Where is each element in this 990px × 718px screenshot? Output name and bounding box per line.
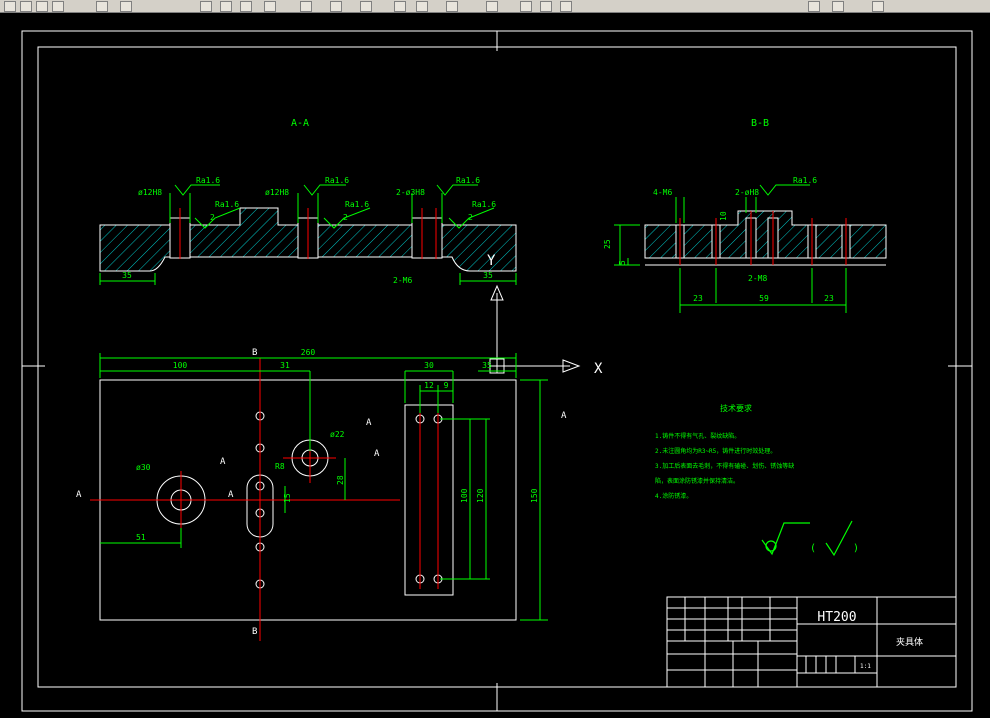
notes-title: 技术要求 (720, 403, 752, 413)
layer-state-icon[interactable] (486, 1, 498, 12)
plan-d22: ø22 (330, 430, 345, 439)
notes-line-5: 4.涂防锈漆。 (655, 492, 692, 500)
plan-r8: R8 (275, 462, 285, 471)
roughness-symbol-icon (761, 520, 853, 557)
aa-ra-6: Ra1.6 (472, 200, 496, 209)
save-icon[interactable] (36, 1, 48, 12)
new-file-icon[interactable] (4, 1, 16, 12)
roughness-paren-close: ) (853, 543, 859, 554)
aa-depth-3: 2 (468, 213, 473, 222)
ucs-x-label: X (594, 361, 603, 377)
color-control-icon[interactable] (872, 1, 884, 12)
plan-dim-28: 28 (336, 475, 345, 485)
cad-toolbar (0, 0, 990, 13)
plan-d30: ø30 (136, 463, 151, 472)
redo-icon[interactable] (120, 1, 132, 12)
plan-dim-100: 100 (173, 361, 188, 370)
open-file-icon[interactable] (20, 1, 32, 12)
aa-hole2-label: ø12H8 (265, 188, 289, 197)
plan-a-left: A (76, 490, 82, 500)
bb-dim-5: 5 (618, 260, 627, 265)
sun-icon[interactable] (540, 1, 552, 12)
undo-icon[interactable] (96, 1, 108, 12)
print-icon[interactable] (52, 1, 64, 12)
layer-previous-icon[interactable] (832, 1, 844, 12)
aa-ra-5: Ra1.6 (456, 176, 480, 185)
zoom-window-icon[interactable] (240, 1, 252, 12)
section-bb-view (644, 210, 887, 266)
table-icon[interactable] (394, 1, 406, 12)
bb-dim-23b: 23 (824, 294, 834, 303)
zoom-previous-icon[interactable] (264, 1, 276, 12)
drawing-canvas[interactable]: A-A ø12H8 ø12H8 2-ø3H8 Ra1.6 Ra1.6 Ra1.6… (0, 13, 990, 714)
aa-hole3-label: 2-ø3H8 (396, 188, 425, 197)
plan-a-mid2: A (228, 490, 234, 500)
plan-dim-12: 12 (424, 381, 434, 390)
plan-dimensions (99, 353, 548, 621)
help-icon[interactable] (446, 1, 458, 12)
zoom-out-icon[interactable] (220, 1, 232, 12)
notes-line-3: 3.加工后表面去毛刺，不得有磕碰、划伤、锈蚀等缺 (655, 462, 794, 470)
aa-thread-label: 2-M6 (393, 276, 412, 285)
aa-dim-right: 35 (483, 271, 493, 280)
plan-dim-35: 35 (482, 361, 492, 370)
plan-a-right: A (561, 411, 567, 421)
plan-dim-15: 15 (283, 493, 292, 503)
aa-depth-1: 2 (210, 213, 215, 222)
bb-dim-25: 25 (603, 239, 612, 249)
plan-dim-260: 260 (301, 348, 316, 357)
plan-b-top: B (252, 348, 257, 358)
plan-dim-31: 31 (280, 361, 290, 370)
ucs-icon (489, 284, 581, 374)
aa-ra-4: Ra1.6 (345, 200, 369, 209)
calculator-icon[interactable] (416, 1, 428, 12)
plan-dim-51: 51 (136, 533, 146, 542)
zoom-in-icon[interactable] (200, 1, 212, 12)
title-part-name: 夹具体 (896, 636, 923, 648)
plan-dim-30: 30 (424, 361, 434, 370)
aa-ra-1: Ra1.6 (196, 176, 220, 185)
plan-dim-150: 150 (530, 488, 539, 503)
bb-dim-23a: 23 (693, 294, 703, 303)
plan-a-slot1: A (366, 418, 372, 428)
bb-ra: Ra1.6 (793, 176, 817, 185)
plan-dim-9: 9 (444, 381, 449, 390)
plan-a-mid1: A (220, 457, 226, 467)
title-material: HT200 (817, 610, 856, 625)
bb-dim-59: 59 (759, 294, 769, 303)
plan-b-bottom: B (252, 627, 257, 637)
section-aa-label: A-A (291, 118, 309, 129)
properties-icon[interactable] (330, 1, 342, 12)
plan-a-slot2: A (374, 449, 380, 459)
title-scale: 1:1 (860, 663, 871, 670)
notes-line-2: 2.未注圆角均为R3~R5，铸件进行时效处理。 (655, 447, 776, 455)
bb-dim-10: 10 (719, 211, 728, 221)
match-properties-icon[interactable] (808, 1, 820, 12)
ucs-y-label: Y (487, 253, 496, 269)
section-aa-view (99, 207, 517, 272)
plan-dim-120v: 120 (476, 488, 485, 503)
notes-line-4: 陷，表面涂防锈漆并保持清洁。 (655, 477, 739, 485)
bb-thread-top: 4-M6 (653, 188, 672, 197)
aa-dim-left: 35 (122, 271, 132, 280)
text-style-icon[interactable] (300, 1, 312, 12)
notes-line-1: 1.铸件不得有气孔、裂纹缺陷。 (655, 432, 740, 440)
aa-depth-2: 2 (343, 213, 348, 222)
light-bulb-icon[interactable] (520, 1, 532, 12)
lock-icon[interactable] (560, 1, 572, 12)
roughness-paren-open: ( (810, 543, 816, 554)
plan-dim-100v: 100 (460, 488, 469, 503)
section-bb-label: B-B (751, 118, 769, 129)
bb-thread-bottom: 2-M8 (748, 274, 767, 283)
bb-hole-top: 2-øH8 (735, 188, 759, 197)
aa-hole1-label: ø12H8 (138, 188, 162, 197)
aa-ra-2: Ra1.6 (215, 200, 239, 209)
layers-icon[interactable] (360, 1, 372, 12)
plan-centerlines (90, 358, 439, 641)
aa-ra-3: Ra1.6 (325, 176, 349, 185)
